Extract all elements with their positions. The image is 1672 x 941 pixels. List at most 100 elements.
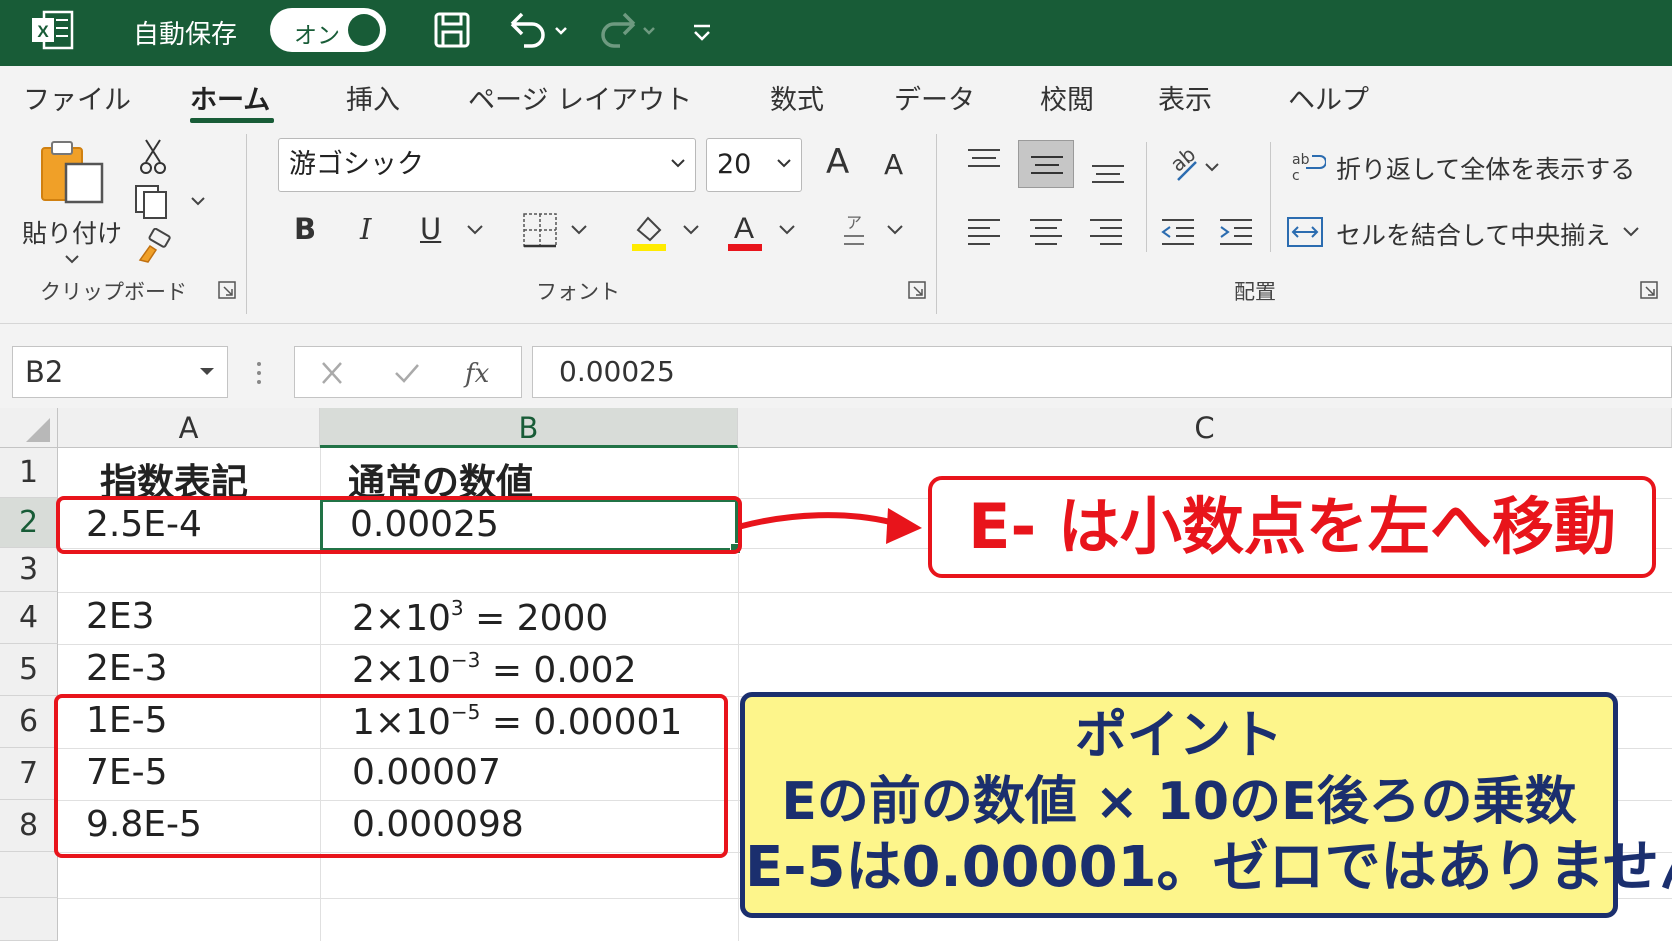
cut-icon[interactable]	[138, 136, 168, 176]
italic-button[interactable]: I	[360, 212, 371, 246]
underline-button[interactable]: U	[420, 212, 441, 246]
tab-file[interactable]: ファイル	[23, 78, 131, 117]
font-name-select[interactable]: 游ゴシック	[278, 138, 696, 192]
row-header-10[interactable]	[0, 898, 58, 941]
callout-decimal-shift: E- は小数点を左へ移動	[928, 476, 1656, 578]
active-tab-indicator	[190, 118, 274, 123]
merge-center-button[interactable]: セルを結合して中央揃え	[1336, 216, 1610, 252]
tab-data[interactable]: データ	[894, 78, 975, 117]
row-header-1[interactable]: 1	[0, 448, 58, 498]
toggle-knob	[348, 14, 380, 46]
chevron-down-icon[interactable]	[1622, 226, 1640, 238]
align-middle-button[interactable]	[1018, 140, 1074, 188]
grow-font-button[interactable]: A	[826, 142, 849, 182]
align-top-icon[interactable]	[964, 146, 1004, 182]
chevron-down-icon	[200, 368, 214, 375]
name-box-value: B2	[25, 355, 64, 389]
select-all-corner[interactable]	[0, 408, 58, 448]
excel-logo-icon: X	[32, 10, 74, 50]
decrease-indent-icon[interactable]	[1158, 214, 1198, 250]
svg-text:X: X	[37, 22, 49, 41]
align-center-icon[interactable]	[1026, 214, 1066, 250]
title-bar: X 自動保存 オン	[0, 0, 1672, 66]
name-box[interactable]: B2	[12, 346, 228, 398]
row-header-5[interactable]: 5	[0, 644, 58, 696]
align-bottom-icon[interactable]	[1088, 150, 1128, 186]
copy-icon[interactable]	[134, 184, 210, 220]
font-size-select[interactable]: 20	[706, 138, 802, 192]
borders-icon[interactable]	[522, 212, 592, 250]
tab-page-layout[interactable]: ページ レイアウト	[468, 78, 692, 117]
orientation-icon[interactable]: ab	[1158, 146, 1222, 186]
font-color-icon[interactable]: A	[726, 210, 800, 252]
svg-text:A: A	[734, 212, 754, 245]
paste-label[interactable]: 貼り付け	[22, 214, 122, 250]
tab-insert[interactable]: 挿入	[346, 78, 400, 117]
cell-b4[interactable]: 2×103 = 2000	[352, 596, 608, 639]
cell-b5[interactable]: 2×10−3 = 0.002	[352, 648, 637, 691]
row-header-6[interactable]: 6	[0, 696, 58, 748]
increase-indent-icon[interactable]	[1216, 214, 1256, 250]
insert-function-icon[interactable]: fx	[463, 357, 497, 389]
tab-help[interactable]: ヘルプ	[1288, 78, 1369, 117]
formula-actions: fx	[294, 346, 522, 398]
wrap-text-button[interactable]: 折り返して全体を表示する	[1336, 150, 1635, 186]
customize-toolbar-icon[interactable]	[690, 8, 714, 52]
tab-home[interactable]: ホーム	[190, 78, 270, 117]
align-right-icon[interactable]	[1086, 214, 1126, 250]
alignment-launcher-icon[interactable]	[1640, 281, 1658, 299]
tab-review[interactable]: 校閲	[1040, 78, 1094, 117]
cell-b5-exponent: −3	[450, 648, 481, 672]
row-header-9[interactable]	[0, 852, 58, 898]
cell-b5-base: 2×10	[352, 650, 451, 691]
group-separator	[246, 134, 247, 314]
wrap-text-icon[interactable]: abc	[1290, 148, 1326, 184]
column-header-c[interactable]: C	[738, 408, 1672, 448]
drag-handle-icon[interactable]	[254, 360, 264, 386]
chevron-down-icon[interactable]	[466, 224, 484, 236]
callout-point-example: E-5は0.00001。ゼロではありません	[745, 835, 1672, 900]
gridline	[58, 644, 1672, 645]
cell-a5[interactable]: 2E-3	[86, 648, 168, 689]
save-icon[interactable]	[430, 8, 474, 52]
redo-icon[interactable]	[594, 8, 664, 52]
column-header-a[interactable]: A	[58, 408, 320, 448]
autosave-toggle-label: オン	[294, 23, 340, 49]
cell-a4[interactable]: 2E3	[86, 596, 155, 637]
row-header-8[interactable]: 8	[0, 800, 58, 852]
font-launcher-icon[interactable]	[908, 281, 926, 299]
formula-value: 0.00025	[559, 355, 675, 388]
svg-text:ab: ab	[1292, 152, 1310, 168]
select-all-icon	[26, 418, 50, 442]
enter-check-icon[interactable]	[393, 361, 421, 385]
align-left-icon[interactable]	[964, 214, 1004, 250]
align-middle-icon	[1031, 156, 1063, 174]
cancel-icon[interactable]	[319, 361, 345, 385]
phonetic-guide-icon[interactable]: ア	[840, 210, 910, 252]
row-header-7[interactable]: 7	[0, 748, 58, 800]
autosave-label: 自動保存	[133, 20, 238, 50]
cell-b5-result: = 0.002	[480, 650, 637, 691]
paste-icon[interactable]	[38, 138, 108, 206]
formula-input[interactable]: 0.00025	[532, 346, 1672, 398]
column-header-b[interactable]: B	[320, 408, 738, 448]
row-header-4[interactable]: 4	[0, 592, 58, 644]
format-painter-icon[interactable]	[136, 228, 172, 264]
tab-view[interactable]: 表示	[1158, 78, 1212, 117]
row-header-3[interactable]: 3	[0, 548, 58, 592]
merge-center-icon[interactable]	[1286, 214, 1324, 250]
row-header-2[interactable]: 2	[0, 498, 58, 548]
shrink-font-button[interactable]: A	[884, 148, 903, 181]
autosave-toggle[interactable]: オン	[270, 8, 386, 52]
clipboard-launcher-icon[interactable]	[218, 281, 236, 299]
bold-button[interactable]: B	[294, 212, 316, 246]
tab-formulas[interactable]: 数式	[770, 78, 824, 117]
undo-icon[interactable]	[502, 8, 572, 52]
font-group-label: フォント	[536, 280, 620, 304]
group-separator	[1270, 142, 1271, 252]
paste-dropdown-icon[interactable]	[62, 252, 82, 266]
cell-b4-result: = 2000	[463, 598, 609, 639]
callout-point-rule: Eの前の数値 × 10のE後ろの乗数	[781, 772, 1577, 832]
alignment-group-label: 配置	[1234, 280, 1276, 304]
fill-color-icon[interactable]	[630, 210, 704, 252]
